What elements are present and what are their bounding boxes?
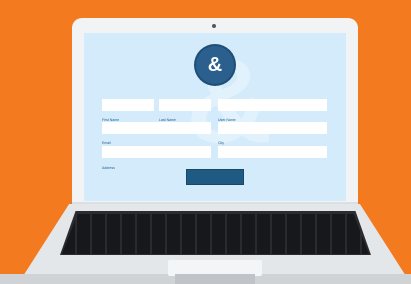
keyboard-keys (62, 214, 369, 254)
city-label: City (218, 141, 225, 145)
laptop-screen: & & First Name Last Name User Name Email… (84, 33, 346, 201)
ampersand-icon: & (196, 46, 234, 84)
city-field[interactable] (218, 122, 327, 134)
address-field[interactable] (102, 146, 211, 158)
user-name-field[interactable] (218, 99, 327, 111)
last-name-field[interactable] (159, 99, 211, 111)
first-name-field[interactable] (102, 99, 154, 111)
email-label: Email (102, 141, 111, 145)
webcam-icon (212, 24, 216, 28)
address-label: Address (102, 166, 115, 170)
laptop-front-notch (175, 274, 255, 284)
submit-button[interactable] (186, 169, 244, 185)
extra-field[interactable] (218, 146, 327, 158)
email-field[interactable] (102, 122, 211, 134)
